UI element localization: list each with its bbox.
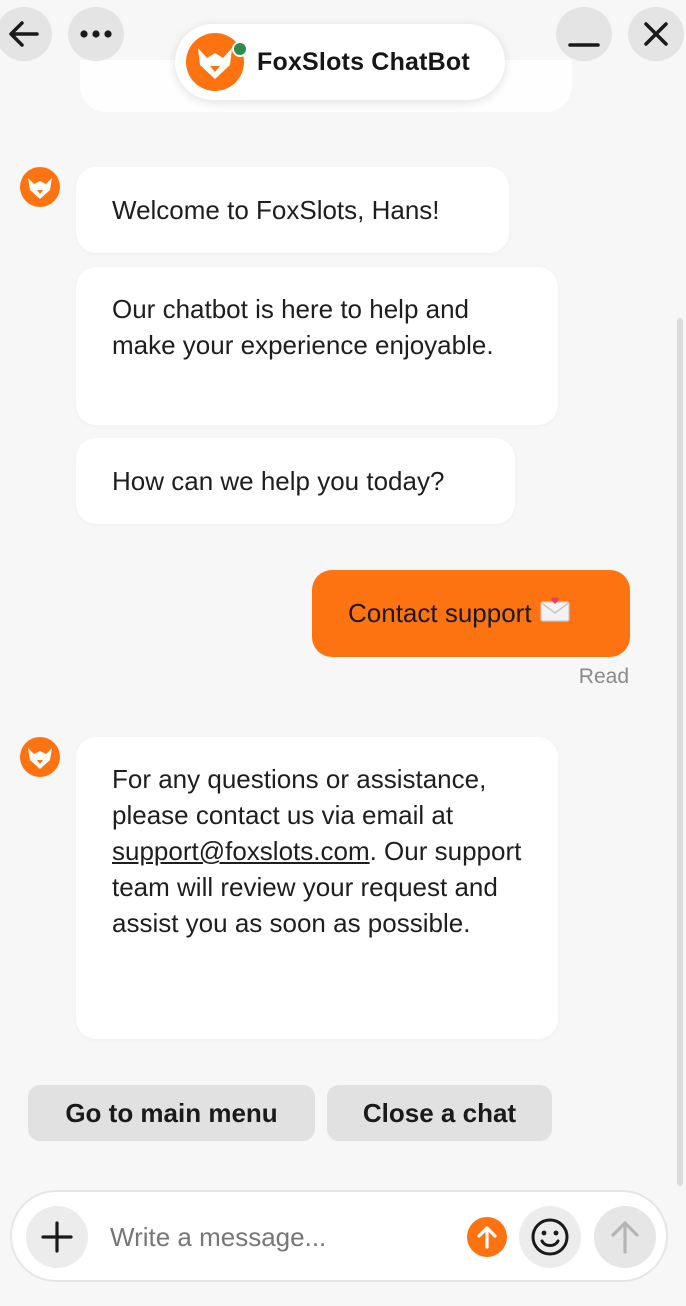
chat-title: FoxSlots ChatBot xyxy=(257,47,470,76)
emoji-button[interactable] xyxy=(519,1206,581,1268)
go-to-main-menu-button[interactable]: Go to main menu xyxy=(28,1085,315,1141)
back-button[interactable] xyxy=(0,7,52,61)
close-button[interactable] xyxy=(628,7,684,61)
close-chat-button[interactable]: Close a chat xyxy=(327,1085,552,1141)
minimize-button[interactable] xyxy=(556,7,612,61)
envelope-icon xyxy=(539,597,570,630)
fox-avatar-icon xyxy=(20,167,60,207)
bot-message-text: For any questions or assistance, please … xyxy=(112,764,487,830)
online-status-dot xyxy=(232,41,248,57)
send-icon xyxy=(611,1221,639,1254)
upload-icon[interactable] xyxy=(467,1217,507,1257)
user-message: Contact support xyxy=(312,570,630,657)
minimize-icon xyxy=(568,43,600,47)
bot-message: Welcome to FoxSlots, Hans! xyxy=(76,167,509,253)
send-button[interactable] xyxy=(594,1206,656,1268)
close-icon xyxy=(644,22,668,46)
back-arrow-icon xyxy=(9,21,39,47)
attach-button[interactable] xyxy=(26,1206,88,1268)
message-composer xyxy=(10,1190,668,1282)
bot-message: How can we help you today? xyxy=(76,438,515,524)
plus-icon xyxy=(41,1221,73,1253)
bot-message: Our chatbot is here to help and make you… xyxy=(76,267,558,425)
read-receipt: Read xyxy=(578,665,629,688)
user-message-text: Contact support xyxy=(348,598,532,628)
emoji-icon xyxy=(531,1218,569,1256)
message-input[interactable] xyxy=(110,1214,450,1260)
fox-avatar-icon xyxy=(20,737,60,777)
chat-window: FoxSlots ChatBot Welcome to FoxSlots, Ha… xyxy=(0,0,686,1306)
chat-title-bar: FoxSlots ChatBot xyxy=(175,24,505,100)
scrollbar-thumb[interactable] xyxy=(677,318,683,1186)
more-options-button[interactable] xyxy=(68,7,124,61)
bot-message: For any questions or assistance, please … xyxy=(76,737,558,1039)
support-email-link[interactable]: support@foxslots.com xyxy=(112,836,370,866)
bot-avatar xyxy=(185,32,248,92)
more-icon xyxy=(80,30,112,38)
